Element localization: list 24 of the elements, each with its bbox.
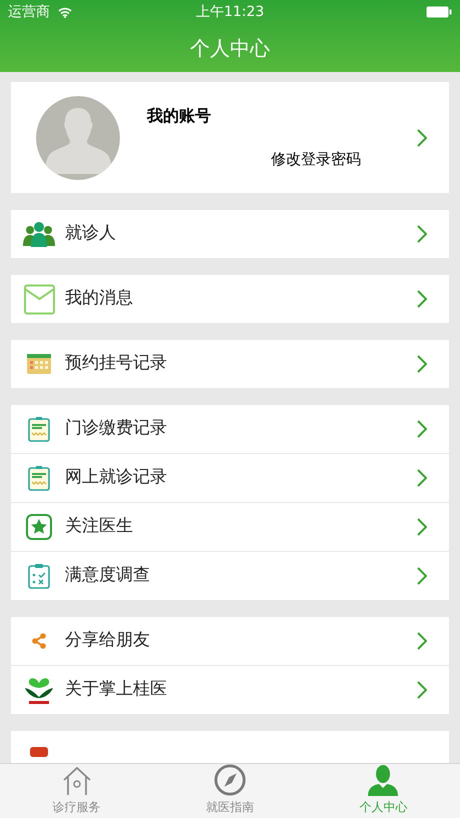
menu-label: 门诊缴费记录 (65, 417, 167, 440)
menu-row[interactable]: 关于掌上桂医 (11, 666, 449, 714)
menu-row[interactable]: 关注医生 (11, 503, 449, 551)
menu-label: 预约挂号记录 (65, 352, 167, 376)
menu-label: 分享给朋友 (65, 629, 150, 652)
menu-row[interactable]: 满意度调查 (11, 552, 449, 600)
menu-label: 满意度调查 (65, 564, 150, 588)
menu-row[interactable]: 分享给朋友 (11, 617, 449, 665)
menu-row[interactable]: 我的消息 (11, 275, 449, 323)
menu-label: 就诊人 (65, 222, 116, 246)
change-password-link[interactable]: 修改登录密码 (271, 148, 361, 170)
profile-card[interactable]: 我的账号 修改登录密码 (11, 82, 449, 193)
menu-row[interactable]: 门诊缴费记录 (11, 405, 449, 453)
menu-label: 关于掌上桂医 (65, 678, 167, 702)
menu-label: 我的消息 (65, 287, 133, 310)
clock-text: 上午11:23 (196, 2, 264, 22)
carrier-text: 运营商 (8, 2, 50, 22)
menu-label: 关注医生 (65, 515, 133, 538)
account-title: 我的账号 (147, 105, 211, 127)
page-title: 个人中心 (190, 35, 270, 62)
menu-row[interactable]: 就诊人 (11, 210, 449, 258)
menu-row[interactable]: 网上就诊记录 (11, 454, 449, 502)
menu-label: 网上就诊记录 (65, 466, 167, 490)
menu-row[interactable]: 预约挂号记录 (11, 340, 449, 388)
